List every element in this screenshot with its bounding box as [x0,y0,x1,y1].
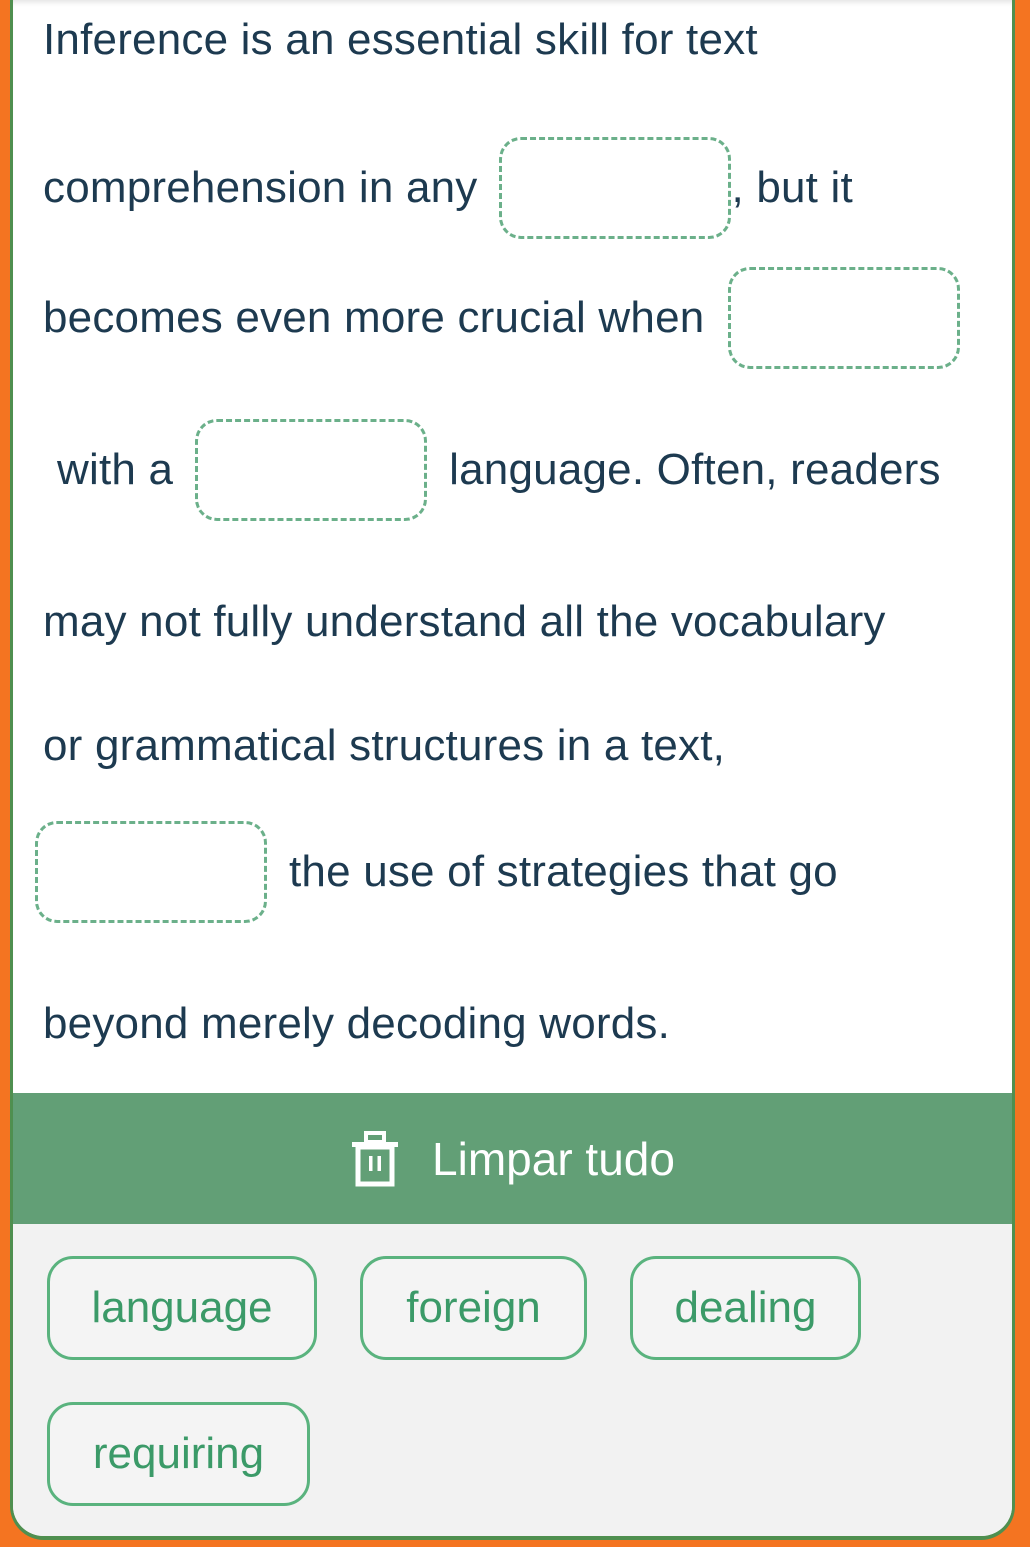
sentence-area: Inference is an essential skill for text… [13,0,1012,1093]
blank-slot-1[interactable] [499,137,732,239]
trash-icon [352,1130,399,1186]
sentence-text: comprehension in any [43,163,478,212]
word-chip-foreign[interactable]: foreign [360,1256,587,1360]
blank-slot-3[interactable] [195,419,428,521]
sentence-line-3: becomes even more crucial when [43,266,961,370]
blank-slot-4[interactable] [35,821,267,923]
sentence-text: becomes even more crucial when [43,293,705,342]
sentence-text: language. Often, readers [449,445,941,494]
clear-all-label: Limpar tudo [432,1132,675,1185]
word-chip-label: language [91,1283,273,1332]
word-chip-language[interactable]: language [47,1256,317,1360]
word-chip-dealing[interactable]: dealing [630,1256,861,1360]
sentence-text: , but it [731,163,853,212]
word-chip-label: requiring [92,1429,265,1478]
sentence-line-7: the use of strategies that go [35,820,838,924]
blank-slot-2[interactable] [728,267,961,369]
sentence-line-2: comprehension in any , but it [43,136,853,240]
clear-all-button[interactable]: Limpar tudo [13,1093,1012,1224]
sentence-line-4: with a language. Often, readers [57,418,941,522]
word-chip-label: foreign [406,1283,541,1332]
word-chip-requiring[interactable]: requiring [47,1402,310,1506]
word-bank: language foreign dealing requiring [13,1224,1012,1536]
sentence-text: beyond merely decoding words. [43,999,671,1048]
sentence-line-8: beyond merely decoding words. [43,994,670,1054]
sentence-text: Inference is an essential skill for text [43,15,758,64]
word-chip-label: dealing [674,1283,817,1332]
sentence-text: may not fully understand all the vocabul… [43,597,886,646]
sentence-line-6: or grammatical structures in a text, [43,716,725,776]
sentence-line-1: Inference is an essential skill for text [43,10,758,70]
sentence-text: the use of strategies that go [289,847,838,896]
sentence-text: or grammatical structures in a text, [43,721,726,770]
sentence-text: with a [57,445,174,494]
exercise-frame: Inference is an essential skill for text… [10,0,1015,1540]
sentence-line-5: may not fully understand all the vocabul… [43,592,886,652]
